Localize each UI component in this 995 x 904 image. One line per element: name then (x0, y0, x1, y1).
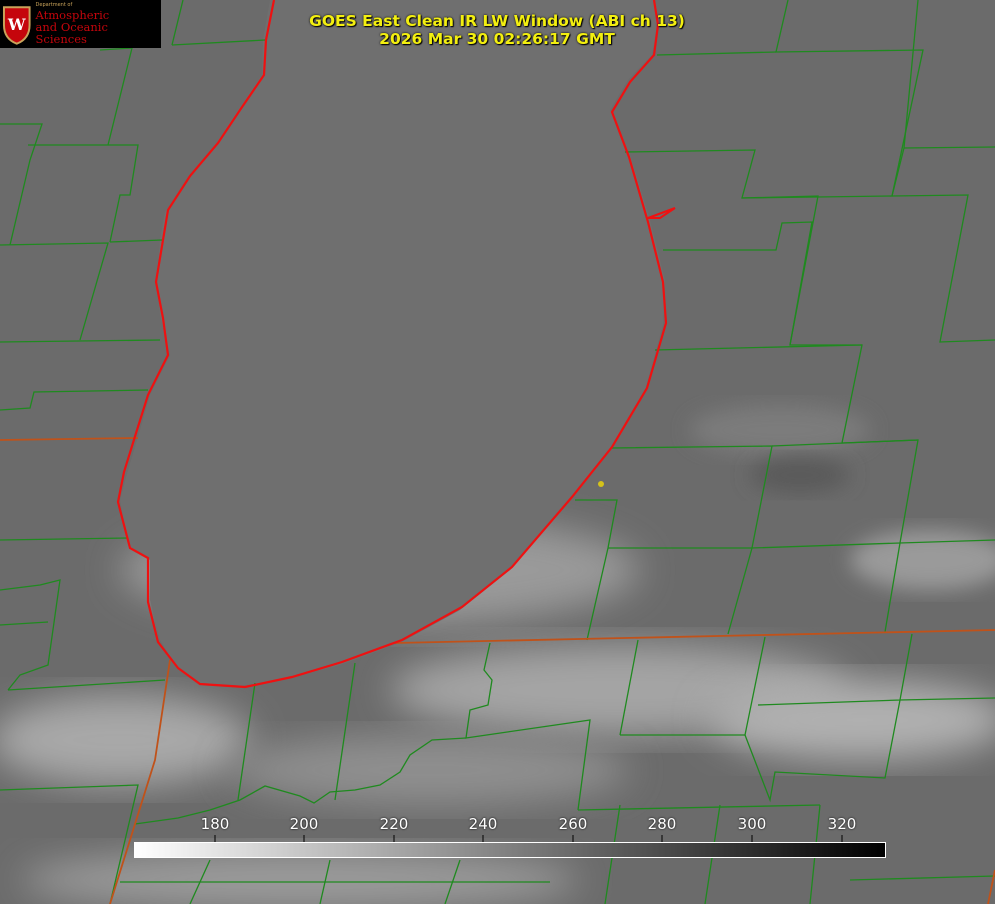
logo-line-1: Atmospheric (35, 7, 110, 22)
image-timestamp: 2026 Mar 30 02:26:17 GMT (379, 30, 615, 48)
colorbar-tick-label: 320 (827, 815, 857, 833)
colorbar-ticks: 180 200 220 240 260 280 300 320 (0, 815, 995, 835)
colorbar-tick-label: 280 (647, 815, 677, 833)
satellite-map (0, 0, 995, 904)
crest-letter: W (7, 15, 26, 34)
image-title: GOES East Clean IR LW Window (ABI ch 13)… (260, 12, 734, 48)
product-name: GOES East Clean IR LW Window (ABI ch 13) (309, 12, 685, 30)
uw-crest-icon: W (2, 6, 31, 45)
logo-line-2: and Oceanic Sciences (35, 19, 108, 46)
colorbar-tick-label: 200 (289, 815, 319, 833)
colorbar (134, 842, 886, 858)
uw-aos-logo: W Department of Atmospheric and Oceanic … (0, 0, 161, 48)
colorbar-tick-label: 260 (558, 815, 588, 833)
colorbar-tick-label: 220 (379, 815, 409, 833)
station-marker (598, 481, 604, 487)
logo-text: Department of Atmospheric and Oceanic Sc… (35, 3, 161, 46)
colorbar-tick-label: 240 (468, 815, 498, 833)
colorbar-tick-label: 300 (737, 815, 767, 833)
colorbar-tick-label: 180 (200, 815, 230, 833)
satellite-image-viewer: W Department of Atmospheric and Oceanic … (0, 0, 995, 904)
